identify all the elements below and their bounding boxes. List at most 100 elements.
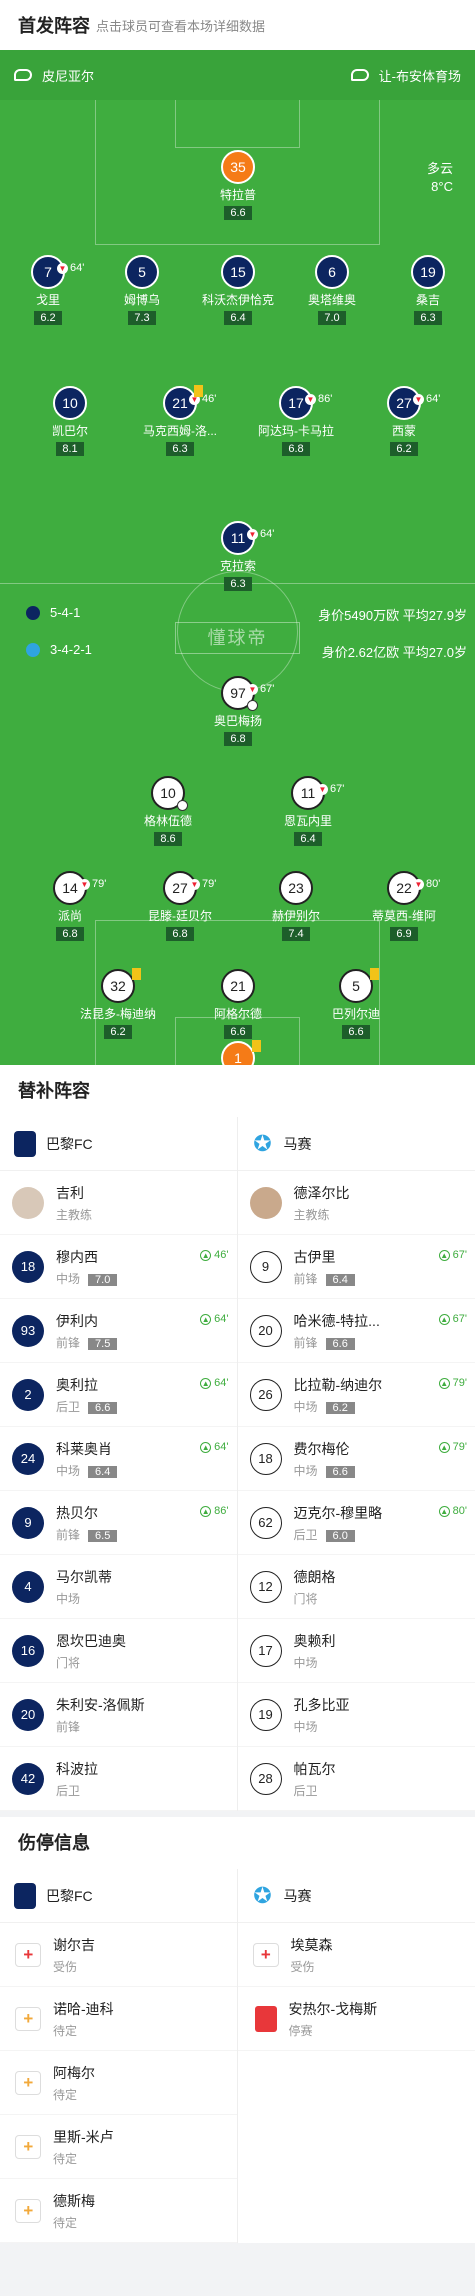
injury-row[interactable]: 埃莫森受伤 (237, 1923, 475, 1987)
sub-player-row[interactable]: 16 恩坎巴迪奥 门将 (0, 1619, 237, 1683)
injuries-list: 巴黎FC 谢尔吉受伤诺哈-迪科待定阿梅尔待定里斯-米卢待定德斯梅待定 ✪马赛 埃… (0, 1869, 475, 2243)
player-number: 16 (12, 1634, 44, 1667)
sub-player-row[interactable]: 28 帕瓦尔 后卫 (237, 1747, 475, 1811)
home-coach[interactable]: 吉利 主教练 (0, 1171, 237, 1235)
injury-row[interactable]: 谢尔吉受伤 (0, 1923, 237, 1987)
player-rating: 7.4 (282, 927, 310, 941)
pitch-player[interactable]: 11 ▼ 67' 恩瓦内里 6.4 (253, 776, 363, 847)
sub-arrow-icon: ▼ (79, 878, 90, 890)
injury-status: 受伤 (290, 1959, 315, 1974)
player-name: 德朗格 (293, 1568, 336, 1585)
pitch-player[interactable]: 97 ▼ 67' 奥巴梅扬 6.8 (183, 676, 293, 747)
sub-off-indicator: ▼ 67' (317, 783, 345, 795)
player-name: 里斯-米卢 (53, 2128, 114, 2145)
sub-player-row[interactable]: 20 朱利安-洛佩斯 前锋 (0, 1683, 237, 1747)
sub-player-row[interactable]: 26 比拉勒-纳迪尔 中场 6.2 ▲ 79' (237, 1363, 475, 1427)
pitch-player[interactable]: 27 ▼ 79' 昆滕-廷贝尔 6.8 (125, 871, 235, 942)
sub-off-indicator: ▼ 64' (247, 528, 275, 540)
pitch-player[interactable]: 1 鲁利 6.1 (183, 1040, 293, 1065)
injury-status: 待定 (53, 2151, 78, 2166)
sub-arrow-icon: ▼ (305, 393, 316, 405)
sub-in-arrow-icon: ▲ (438, 1313, 450, 1325)
injuries-title: 伤停信息 (0, 1817, 475, 1869)
sub-in-indicator: ▲ 67' (438, 1313, 467, 1325)
paris-fc-crest-icon (14, 1882, 36, 1909)
injury-row[interactable]: 安热尔-戈梅斯 停赛 (237, 1987, 475, 2051)
sub-player-row[interactable]: 93 伊利内 前锋 7.5 ▲ 64' (0, 1299, 237, 1363)
sub-player-row[interactable]: 24 科莱奥肖 中场 6.4 ▲ 64' (0, 1427, 237, 1491)
sub-player-row[interactable]: 9 古伊里 前锋 6.4 ▲ 67' (237, 1235, 475, 1299)
player-position: 后卫 (293, 1527, 318, 1542)
medical-kit-icon (15, 2198, 41, 2223)
player-number: 21 (221, 969, 255, 1003)
player-name: 奥赖利 (293, 1632, 336, 1649)
pitch-player[interactable]: 21 阿格尔德 6.6 (183, 969, 293, 1040)
pitch-player[interactable]: 22 ▼ 80' 蒂莫西-维阿 6.9 (349, 871, 459, 942)
team-crest-icon (26, 642, 40, 657)
player-name: 恩坎巴迪奥 (56, 1632, 126, 1649)
sub-player-row[interactable]: 42 科波拉 后卫 (0, 1747, 237, 1811)
player-number: 5 (339, 968, 379, 1003)
sub-in-indicator: ▲ 64' (200, 1313, 229, 1325)
sub-player-row[interactable]: 19 孔多比亚 中场 (237, 1683, 475, 1747)
player-number: 17 (249, 1634, 282, 1667)
sub-player-row[interactable]: 2 奥利拉 后卫 6.6 ▲ 64' (0, 1363, 237, 1427)
pitch-player[interactable]: 5 巴列尔迪 6.6 (301, 968, 411, 1040)
sub-arrow-icon: ▼ (413, 393, 424, 405)
player-position: 前锋 (56, 1527, 81, 1542)
pitch-player[interactable]: 23 赫伊别尔 7.4 (241, 871, 351, 942)
sub-player-row[interactable]: 17 奥赖利 中场 (237, 1619, 475, 1683)
player-name: 帕瓦尔 (293, 1760, 336, 1777)
player-name: 马克西姆-洛... (143, 424, 217, 438)
sub-off-indicator: ▼ 64' (57, 262, 85, 274)
sub-in-indicator: ▲ 79' (438, 1441, 467, 1453)
pitch-player[interactable]: 21 ▼ 46' 马克西姆-洛... 6.3 (125, 385, 235, 457)
pitch-player[interactable]: 6 奥塔维奥 7.0 (277, 255, 387, 326)
player-rating: 7.0 (88, 1273, 118, 1286)
sub-arrow-icon: ▼ (247, 528, 258, 540)
medical-kit-icon (15, 1942, 41, 1967)
injury-row[interactable]: 德斯梅待定 (0, 2179, 237, 2243)
page-title: 首发阵容 (18, 16, 90, 36)
player-number: 19 (411, 255, 445, 289)
injury-row[interactable]: 阿梅尔待定 (0, 2051, 237, 2115)
sub-in-arrow-icon: ▲ (200, 1377, 212, 1389)
pitch-player[interactable]: 10 凯巴尔 8.1 (15, 386, 125, 457)
pitch-player[interactable]: 10 格林伍德 8.6 (113, 776, 223, 847)
pitch-player[interactable]: 17 ▼ 86' 阿达玛-卡马拉 6.8 (241, 386, 351, 457)
injury-row[interactable]: 诺哈-迪科待定 (0, 1987, 237, 2051)
injury-status: 待定 (53, 2023, 78, 2038)
injury-row[interactable]: 里斯-米卢待定 (0, 2115, 237, 2179)
goal-ball-icon (177, 800, 188, 811)
player-number: 14 ▼ 79' (53, 871, 106, 905)
medical-kit-icon (15, 2134, 41, 2159)
player-number: 11 ▼ 67' (291, 776, 344, 810)
pitch-player[interactable]: 35 特拉普 6.6 (183, 150, 293, 221)
lineup-header: 首发阵容 点击球员可查看本场详细数据 (0, 0, 475, 50)
pitch-player[interactable]: 14 ▼ 79' 派尚 6.8 (15, 871, 125, 942)
player-number: 24 (12, 1442, 44, 1475)
player-name: 凯巴尔 (51, 424, 88, 438)
player-name: 奥利拉 (56, 1376, 98, 1393)
pitch-player[interactable]: 32 法昆多-梅迪纳 6.2 (63, 968, 173, 1040)
player-position: 前锋 (56, 1719, 81, 1734)
away-coach[interactable]: 德泽尔比 主教练 (237, 1171, 475, 1235)
player-name: 德斯梅 (53, 2192, 95, 2209)
pitch-player[interactable]: 11 ▼ 64' 克拉索 6.3 (183, 521, 293, 592)
sub-player-row[interactable]: 4 马尔凯蒂 中场 (0, 1555, 237, 1619)
sub-player-row[interactable]: 12 德朗格 门将 (237, 1555, 475, 1619)
pitch-player[interactable]: 5 姆博乌 7.3 (87, 255, 197, 326)
sub-arrow-icon: ▼ (189, 878, 200, 890)
pitch-player[interactable]: 19 桑吉 6.3 (373, 255, 475, 326)
player-number: 9 (12, 1506, 44, 1539)
sub-player-row[interactable]: 62 迈克尔-穆里略 后卫 6.0 ▲ 80' (237, 1491, 475, 1555)
player-number: 97 ▼ 67' (221, 676, 274, 711)
sub-player-row[interactable]: 18 穆内西 中场 7.0 ▲ 46' (0, 1235, 237, 1299)
sub-player-row[interactable]: 9 热贝尔 前锋 6.5 ▲ 86' (0, 1491, 237, 1555)
sub-player-row[interactable]: 20 哈米德-特拉... 前锋 6.6 ▲ 67' (237, 1299, 475, 1363)
player-rating: 7.3 (128, 311, 156, 325)
sub-player-row[interactable]: 18 费尔梅伦 中场 6.6 ▲ 79' (237, 1427, 475, 1491)
player-rating: 6.6 (88, 1401, 118, 1414)
pitch-player[interactable]: 27 ▼ 64' 西蒙 6.2 (349, 386, 459, 457)
player-rating: 6.2 (34, 311, 62, 325)
